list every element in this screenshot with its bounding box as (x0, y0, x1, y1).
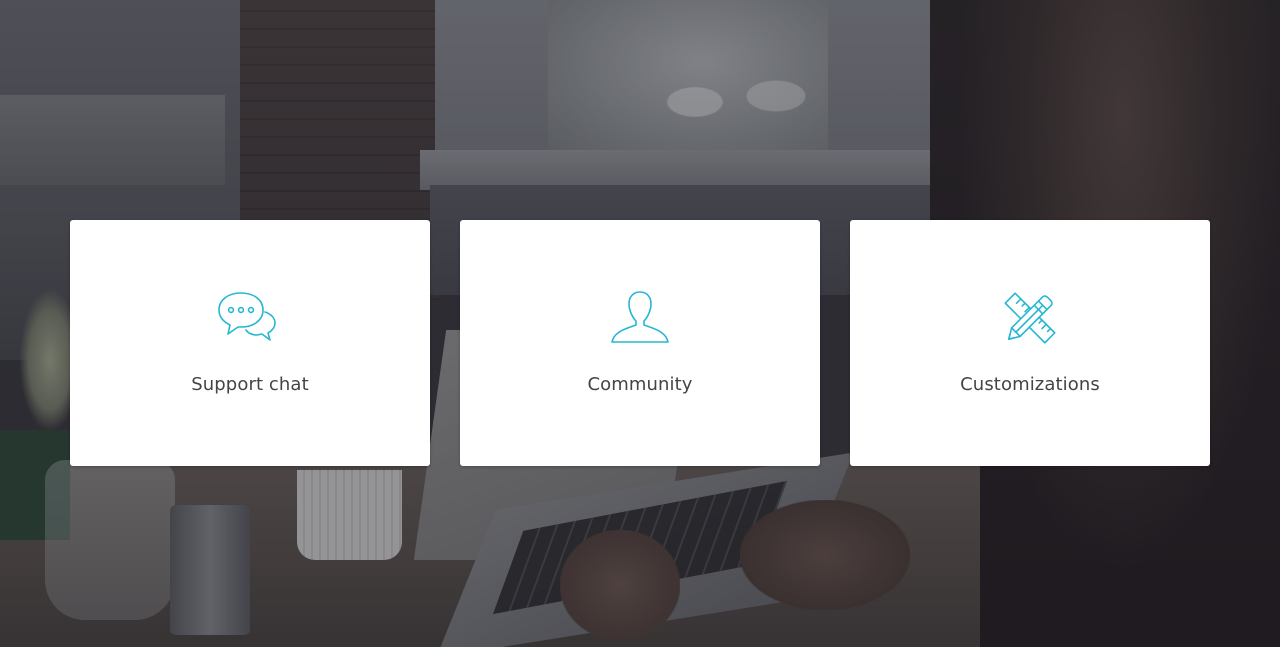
speech-bubbles-icon (216, 290, 284, 346)
user-icon (606, 290, 674, 346)
customizations-card[interactable]: Customizations (850, 220, 1210, 466)
community-card[interactable]: Community (460, 220, 820, 466)
customizations-label: Customizations (960, 374, 1100, 395)
pencil-ruler-icon (996, 290, 1064, 346)
community-label: Community (587, 374, 693, 395)
support-chat-card[interactable]: Support chat (70, 220, 430, 466)
support-chat-label: Support chat (191, 374, 309, 395)
feature-cards: Support chat Community Customizations (70, 220, 1210, 466)
